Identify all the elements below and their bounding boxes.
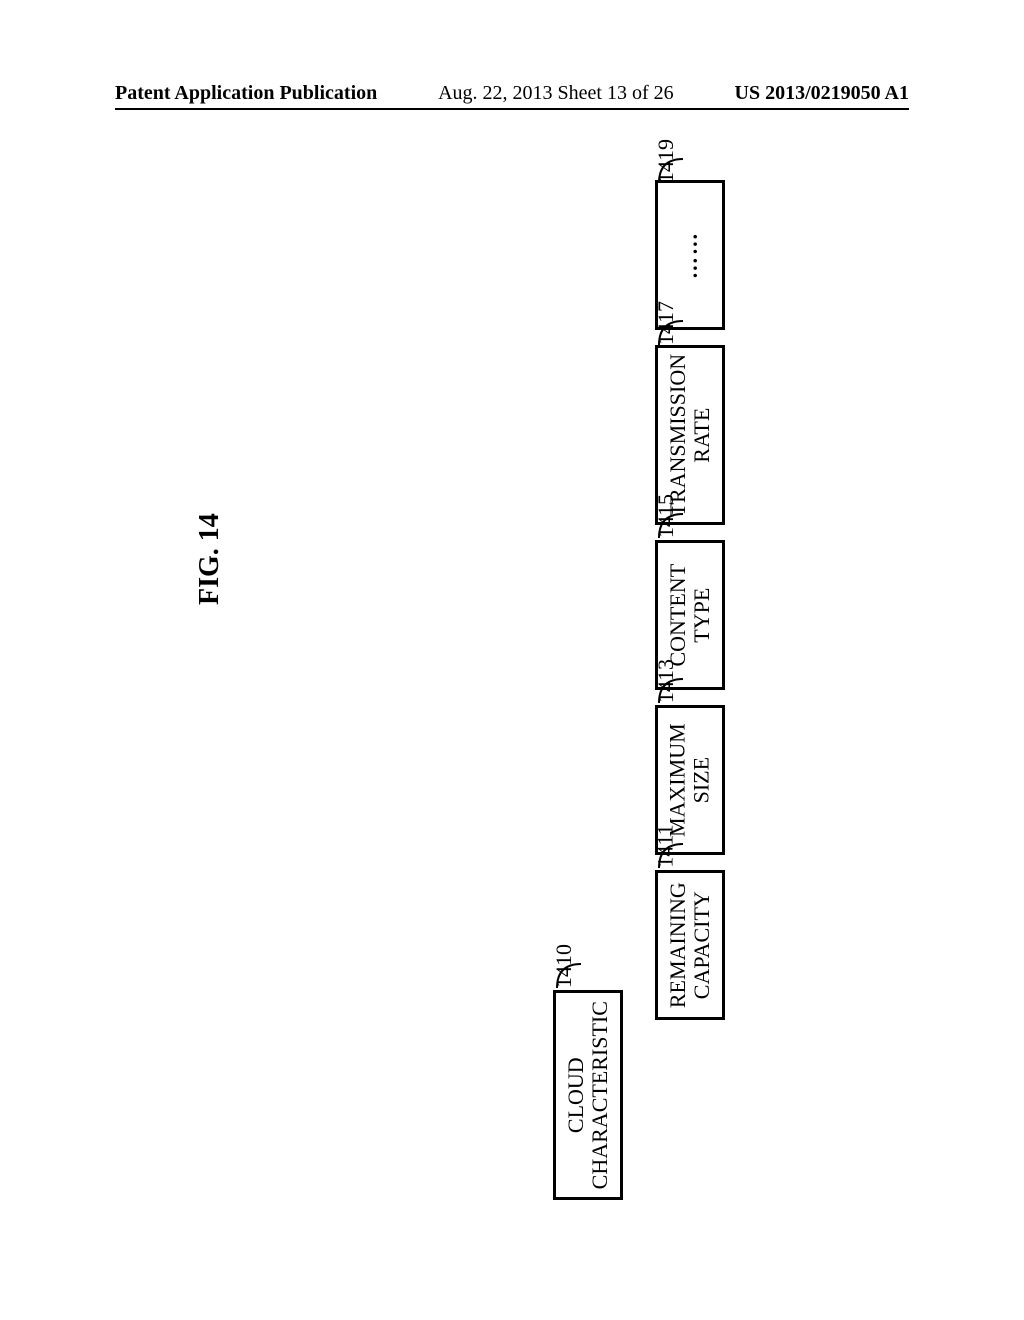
cloud-line1: CLOUD: [563, 1057, 588, 1133]
block-more-text: ……: [678, 231, 702, 279]
block-more: ……: [655, 180, 725, 330]
maxsize-line1: MAXIMUM: [665, 723, 690, 837]
content-line2: TYPE: [689, 588, 714, 643]
remaining-line2: CAPACITY: [689, 891, 714, 999]
block-content-type: CONTENT TYPE: [655, 540, 725, 690]
block-remaining-capacity: REMAINING CAPACITY: [655, 870, 725, 1020]
maxsize-line2: SIZE: [689, 757, 714, 803]
leader-1410: [555, 958, 595, 998]
remaining-line1: REMAINING: [665, 882, 690, 1008]
header-publication: Patent Application Publication: [115, 82, 377, 105]
figure-title: FIG. 14: [194, 605, 314, 635]
block-maximum-size: MAXIMUM SIZE: [655, 705, 725, 855]
trans-line2: RATE: [689, 408, 714, 463]
cloud-line2: CHARACTERISTIC: [587, 1001, 612, 1189]
block-cloud-characteristic: CLOUD CHARACTERISTIC: [553, 990, 623, 1200]
block-maxsize-text: MAXIMUM SIZE: [666, 723, 714, 837]
block-cloud-characteristic-text: CLOUD CHARACTERISTIC: [564, 1001, 612, 1189]
leader-1419: [657, 153, 697, 193]
patent-figure-page: { "header": { "publication": "Patent App…: [0, 0, 1024, 1320]
header-docnum: US 2013/0219050 A1: [735, 82, 909, 105]
block-remaining-text: REMAINING CAPACITY: [666, 882, 714, 1008]
block-content-text: CONTENT TYPE: [666, 564, 714, 667]
figure-title-text: FIG. 14: [194, 513, 226, 605]
content-line1: CONTENT: [665, 564, 690, 667]
header-sheet: Aug. 22, 2013 Sheet 13 of 26: [377, 82, 734, 105]
page-header: Patent Application Publication Aug. 22, …: [115, 82, 909, 105]
header-rule: [115, 108, 909, 110]
